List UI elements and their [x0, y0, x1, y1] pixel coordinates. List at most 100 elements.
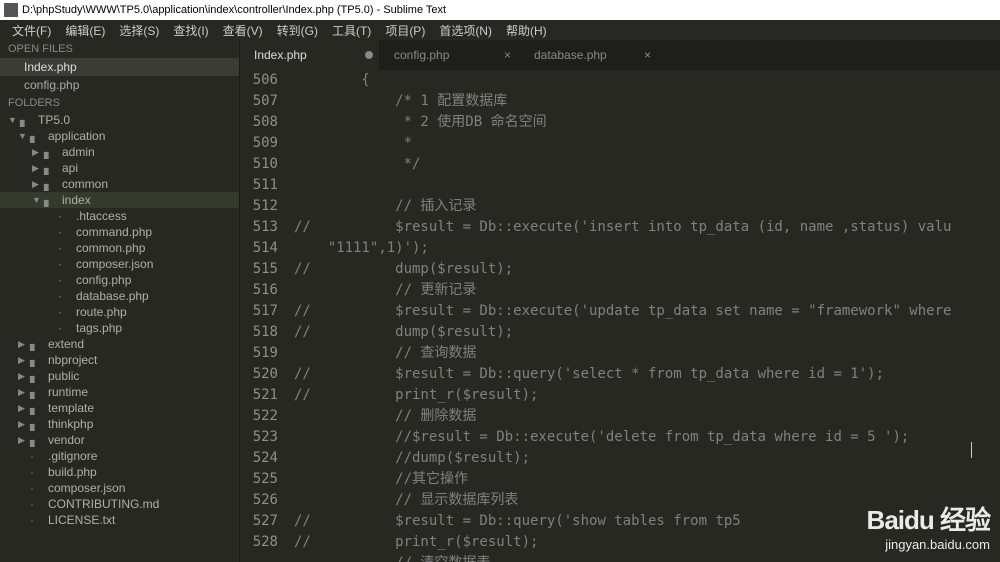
- folder-icon: ▖: [30, 369, 44, 383]
- open-file-item[interactable]: config.php: [0, 76, 239, 94]
- menu-view[interactable]: 查看(V): [217, 20, 269, 41]
- disclosure-arrow-icon: ▶: [32, 179, 42, 190]
- tab-label: Index.php: [254, 48, 307, 62]
- tab-label: database.php: [534, 48, 607, 62]
- folder-item[interactable]: ▼▖index: [0, 192, 239, 208]
- folder-item[interactable]: ▶▖ public: [0, 368, 239, 384]
- tree-label: public: [48, 369, 79, 383]
- file-item[interactable]: ·route.php: [0, 304, 239, 320]
- file-icon: ·: [58, 321, 72, 335]
- tree-label: config.php: [76, 273, 131, 287]
- folder-item[interactable]: ▶▖extend: [0, 336, 239, 352]
- editor-tab[interactable]: database.php ×: [520, 40, 660, 70]
- tree-label: thinkphp: [48, 417, 93, 431]
- file-item[interactable]: · composer.json: [0, 480, 239, 496]
- tree-label: application: [48, 129, 105, 143]
- disclosure-arrow-icon: ▶: [18, 339, 28, 350]
- tree-label: api: [62, 161, 78, 175]
- file-icon: ·: [30, 481, 44, 495]
- folder-icon: ▖: [44, 193, 58, 207]
- disclosure-arrow-icon: ▶: [18, 355, 28, 366]
- folder-icon: ▖: [30, 385, 44, 399]
- file-item[interactable]: · command.php: [0, 224, 239, 240]
- folder-icon: ▖: [44, 145, 58, 159]
- tree-label: common: [62, 177, 108, 191]
- menu-select[interactable]: 选择(S): [113, 20, 165, 41]
- folder-item[interactable]: ▶▖admin: [0, 144, 239, 160]
- app-icon: [4, 3, 18, 17]
- file-item[interactable]: ·CONTRIBUTING.md: [0, 496, 239, 512]
- menu-project[interactable]: 项目(P): [379, 20, 431, 41]
- editor-tab[interactable]: Index.php: [240, 40, 380, 70]
- tree-label: vendor: [48, 433, 85, 447]
- file-item[interactable]: · composer.json: [0, 256, 239, 272]
- folder-item[interactable]: ▶▖api: [0, 160, 239, 176]
- tree-label: composer.json: [76, 257, 153, 271]
- close-icon[interactable]: ×: [644, 48, 651, 62]
- tree-label: template: [48, 401, 94, 415]
- menu-go[interactable]: 转到(G): [271, 20, 324, 41]
- open-file-item[interactable]: Index.php: [0, 58, 239, 76]
- folder-item[interactable]: ▶▖thinkphp: [0, 416, 239, 432]
- sidebar: OPEN FILES Index.phpconfig.php FOLDERS ▼…: [0, 40, 240, 562]
- text-caret-icon: [971, 442, 972, 458]
- tree-label: .htaccess: [76, 209, 127, 223]
- folder-icon: ▖: [30, 401, 44, 415]
- file-item[interactable]: ·LICENSE.txt: [0, 512, 239, 528]
- menu-prefs[interactable]: 首选项(N): [433, 20, 498, 41]
- folders-header: FOLDERS: [0, 94, 239, 112]
- line-gutter: 506 507 508 509 510 511 512 513 514 515 …: [240, 70, 288, 562]
- menu-find[interactable]: 查找(I): [167, 20, 214, 41]
- tree-label: .gitignore: [48, 449, 97, 463]
- folder-icon: ▖: [20, 113, 34, 127]
- code-editor[interactable]: 506 507 508 509 510 511 512 513 514 515 …: [240, 70, 1000, 562]
- tree-label: extend: [48, 337, 84, 351]
- menu-help[interactable]: 帮助(H): [500, 20, 553, 41]
- dirty-indicator-icon: [365, 51, 373, 59]
- folder-item[interactable]: ▶▖nbproject: [0, 352, 239, 368]
- file-item[interactable]: ·.htaccess: [0, 208, 239, 224]
- window-titlebar: D:\phpStudy\WWW\TP5.0\application\index\…: [0, 0, 1000, 20]
- disclosure-arrow-icon: ▼: [18, 131, 28, 141]
- tab-bar: Index.php config.php × database.php ×: [240, 40, 1000, 70]
- file-icon: ·: [30, 465, 44, 479]
- menubar: 文件(F) 编辑(E) 选择(S) 查找(I) 查看(V) 转到(G) 工具(T…: [0, 20, 1000, 40]
- folder-item[interactable]: ▶▖runtime: [0, 384, 239, 400]
- menu-tools[interactable]: 工具(T): [326, 20, 377, 41]
- folder-icon: ▖: [30, 129, 44, 143]
- tree-label: tags.php: [76, 321, 122, 335]
- disclosure-arrow-icon: ▶: [32, 147, 42, 158]
- file-icon: ·: [58, 257, 72, 271]
- tree-label: nbproject: [48, 353, 97, 367]
- folder-item[interactable]: ▶▖common: [0, 176, 239, 192]
- file-icon: ·: [58, 289, 72, 303]
- folder-item[interactable]: ▶▖template: [0, 400, 239, 416]
- tree-label: route.php: [76, 305, 127, 319]
- file-icon: ·: [58, 241, 72, 255]
- tree-label: LICENSE.txt: [48, 513, 115, 527]
- disclosure-arrow-icon: ▶: [32, 163, 42, 174]
- folder-item[interactable]: ▶▖vendor: [0, 432, 239, 448]
- menu-edit[interactable]: 编辑(E): [59, 20, 111, 41]
- file-item[interactable]: · common.php: [0, 240, 239, 256]
- disclosure-arrow-icon: ▶: [18, 371, 28, 382]
- file-item[interactable]: ·database.php: [0, 288, 239, 304]
- tree-label: composer.json: [48, 481, 125, 495]
- tree-label: common.php: [76, 241, 145, 255]
- file-icon: ·: [58, 225, 72, 239]
- close-icon[interactable]: ×: [504, 48, 511, 62]
- tree-label: command.php: [76, 225, 152, 239]
- file-icon: ·: [58, 273, 72, 287]
- file-item[interactable]: ·build.php: [0, 464, 239, 480]
- disclosure-arrow-icon: ▶: [18, 435, 28, 446]
- tree-label: CONTRIBUTING.md: [48, 497, 159, 511]
- editor-tab[interactable]: config.php ×: [380, 40, 520, 70]
- tab-label: config.php: [394, 48, 449, 62]
- folder-item[interactable]: ▼▖ application: [0, 128, 239, 144]
- file-item[interactable]: · tags.php: [0, 320, 239, 336]
- menu-file[interactable]: 文件(F): [6, 20, 57, 41]
- code-content[interactable]: { /* 1 配置数据库 * 2 使用DB 命名空间 * */ // 插入记录 …: [288, 70, 1000, 562]
- file-item[interactable]: · config.php: [0, 272, 239, 288]
- folder-item[interactable]: ▼▖TP5.0: [0, 112, 239, 128]
- file-item[interactable]: ·.gitignore: [0, 448, 239, 464]
